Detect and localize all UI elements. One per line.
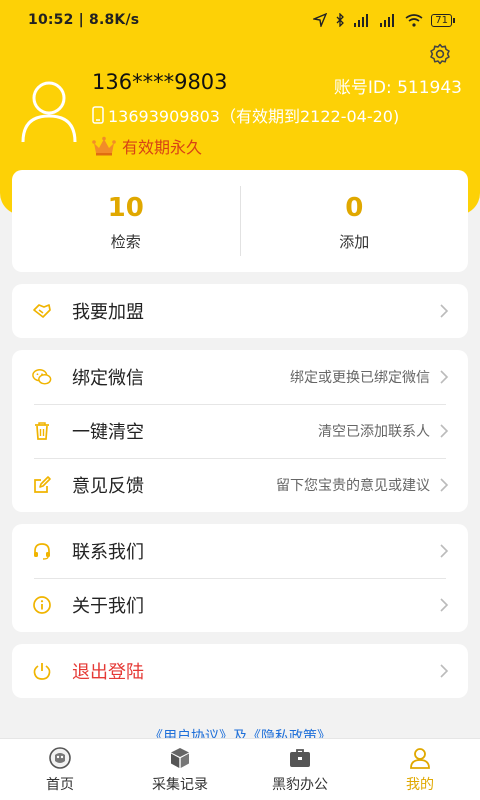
- tab-heibao-office[interactable]: 黑豹办公: [240, 739, 360, 800]
- status-icons: 71: [313, 13, 455, 27]
- tab-mine-label: 我的: [406, 776, 434, 793]
- validity-line: 有效期永久: [92, 134, 202, 158]
- chevron-right-icon: [440, 598, 449, 612]
- wifi-icon: [405, 13, 423, 27]
- account-id: 账号ID: 511943: [333, 78, 462, 98]
- menu-item-feedback-hint: 留下您宝贵的意见或建议: [276, 478, 430, 494]
- status-time: 10:52 | 8.8K/s: [28, 12, 140, 28]
- menu-item-contact-us-label: 联系我们: [72, 542, 144, 563]
- chevron-right-icon: [440, 304, 449, 318]
- mobile-phone-icon: [92, 106, 104, 124]
- user-icon: [410, 747, 430, 769]
- handshake-icon: [32, 301, 52, 321]
- menu-item-bind-wechat[interactable]: 绑定微信 绑定或更换已绑定微信: [12, 350, 468, 404]
- join-card: 我要加盟: [12, 284, 468, 338]
- info-card: 联系我们 关于我们: [12, 524, 468, 632]
- account-actions-card: 绑定微信 绑定或更换已绑定微信 一键清空 清空已添加联系人 意见反馈 留下您宝贵…: [12, 350, 468, 512]
- battery-icon: 71: [431, 13, 455, 27]
- validity-text: 有效期永久: [122, 138, 203, 157]
- menu-item-about-us-label: 关于我们: [72, 596, 144, 617]
- menu-item-clear-all[interactable]: 一键清空 清空已添加联系人: [12, 404, 468, 458]
- menu-item-logout-label: 退出登陆: [72, 662, 144, 683]
- bluetooth-icon: [336, 13, 345, 27]
- bound-phone-text: 13693909803（有效期到2122-04-20): [108, 107, 400, 126]
- tab-home[interactable]: 首页: [0, 739, 120, 800]
- agreement-links[interactable]: 《用户协议》及《隐私政策》: [0, 726, 480, 738]
- avatar-icon[interactable]: [20, 78, 78, 144]
- logout-card: 退出登陆: [12, 644, 468, 698]
- tab-heibao-office-label: 黑豹办公: [272, 776, 328, 793]
- headset-icon: [32, 541, 52, 561]
- bottom-tab-bar: 首页 采集记录 黑豹办公 我的: [0, 738, 480, 800]
- menu-item-bind-wechat-label: 绑定微信: [72, 368, 144, 389]
- stat-added-value: 0: [345, 192, 364, 223]
- box-icon: [171, 747, 189, 768]
- tab-collection-records[interactable]: 采集记录: [120, 739, 240, 800]
- home-icon: [49, 746, 71, 769]
- edit-icon: [32, 475, 52, 495]
- settings-gear-icon[interactable]: [428, 42, 452, 66]
- stat-search[interactable]: 10 检索: [12, 170, 240, 272]
- stat-added[interactable]: 0 添加: [241, 170, 469, 272]
- bound-phone-line: 13693909803（有效期到2122-04-20): [92, 103, 399, 127]
- chevron-right-icon: [440, 478, 449, 492]
- masked-phone-number: 136****9803: [92, 70, 228, 94]
- info-icon: [32, 595, 52, 615]
- tab-mine[interactable]: 我的: [360, 739, 480, 800]
- trash-icon: [32, 421, 52, 441]
- stat-added-label: 添加: [339, 232, 370, 251]
- menu-item-join-label: 我要加盟: [72, 302, 144, 323]
- tab-collection-records-label: 采集记录: [152, 776, 208, 793]
- briefcase-icon: [290, 748, 310, 767]
- menu-item-feedback-label: 意见反馈: [72, 476, 144, 497]
- menu-item-contact-us[interactable]: 联系我们: [12, 524, 468, 578]
- chevron-right-icon: [440, 544, 449, 558]
- location-icon: [313, 13, 328, 27]
- menu-item-logout[interactable]: 退出登陆: [12, 644, 468, 698]
- menu-item-clear-all-hint: 清空已添加联系人: [318, 424, 430, 440]
- signal-icon: [354, 13, 369, 27]
- signal-hd-icon: [380, 13, 395, 27]
- menu-item-about-us[interactable]: 关于我们: [12, 578, 468, 632]
- chevron-right-icon: [440, 370, 449, 384]
- wechat-icon: [32, 367, 52, 387]
- menu-item-bind-wechat-hint: 绑定或更换已绑定微信: [290, 370, 430, 386]
- crown-icon: [92, 136, 116, 156]
- stat-search-label: 检索: [110, 232, 141, 251]
- power-icon: [32, 661, 52, 681]
- status-bar: 10:52 | 8.8K/s 71: [0, 0, 480, 40]
- chevron-right-icon: [440, 424, 449, 438]
- stats-card: 10 检索 0 添加: [12, 170, 468, 272]
- chevron-right-icon: [440, 664, 449, 678]
- tab-home-label: 首页: [46, 776, 74, 793]
- menu-item-feedback[interactable]: 意见反馈 留下您宝贵的意见或建议: [12, 458, 468, 512]
- stat-search-value: 10: [107, 192, 144, 223]
- menu-item-clear-all-label: 一键清空: [72, 422, 144, 443]
- menu-item-join[interactable]: 我要加盟: [12, 284, 468, 338]
